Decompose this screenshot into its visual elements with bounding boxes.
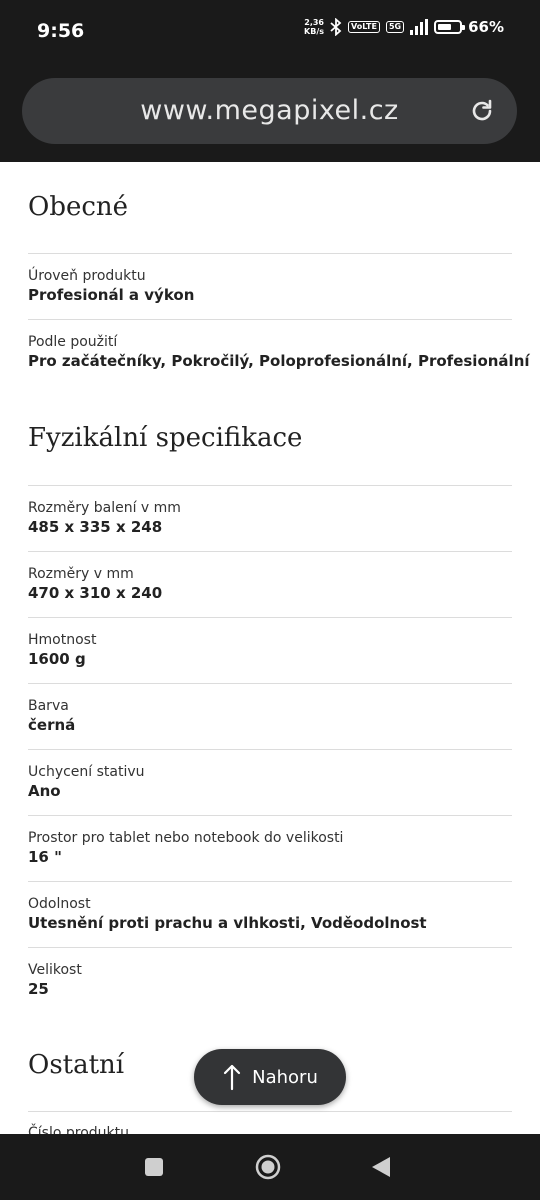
divider xyxy=(28,319,512,320)
divider xyxy=(28,551,512,552)
divider xyxy=(28,253,512,254)
spec-value: Ano xyxy=(28,782,61,800)
spec-label: Odolnost xyxy=(28,896,91,912)
url-text[interactable]: www.megapixel.cz xyxy=(22,95,517,126)
battery-icon xyxy=(434,20,466,34)
spec-value: Utesnění proti prachu a vlhkosti, Voděod… xyxy=(28,914,427,932)
battery-percent: 66% xyxy=(468,18,504,36)
home-button[interactable] xyxy=(255,1154,281,1180)
spec-label: Uchycení stativu xyxy=(28,764,145,780)
spec-label: Úroveň produktu xyxy=(28,268,146,284)
status-bar: 9:56 2,36 KB/s VoLTE 5G 66% xyxy=(0,0,540,64)
spec-value: 16 " xyxy=(28,848,62,866)
status-time: 9:56 xyxy=(37,20,85,42)
network-type-label: 5G xyxy=(385,21,405,33)
spec-label: Rozměry v mm xyxy=(28,566,134,582)
spec-label: Velikost xyxy=(28,962,82,978)
section-title-obecne: Obecné xyxy=(28,192,129,222)
spec-label: Rozměry balení v mm xyxy=(28,500,181,516)
recents-button[interactable] xyxy=(145,1158,163,1176)
back-button[interactable] xyxy=(371,1156,391,1178)
network-speed-value: 2,36 xyxy=(304,18,324,27)
volte-icon: VoLTE xyxy=(348,21,380,33)
navigation-bar xyxy=(0,1134,540,1200)
spec-value: 25 xyxy=(28,980,49,998)
scroll-to-top-button[interactable]: Nahoru xyxy=(194,1049,346,1105)
spec-label: Podle použití xyxy=(28,334,118,350)
spec-value: Profesionál a výkon xyxy=(28,286,195,304)
bluetooth-icon xyxy=(330,18,342,36)
spec-value: 470 x 310 x 240 xyxy=(28,584,163,602)
spec-label: Prostor pro tablet nebo notebook do veli… xyxy=(28,830,344,846)
arrow-up-icon xyxy=(224,1064,241,1091)
spec-value: 485 x 335 x 248 xyxy=(28,518,163,536)
signal-icon xyxy=(410,19,429,35)
spec-value: černá xyxy=(28,716,76,734)
divider xyxy=(28,617,512,618)
section-title-fyzikalni-specifikace: Fyzikální specifikace xyxy=(28,423,303,453)
page-content[interactable]: Obecné Úroveň produktu Profesionál a výk… xyxy=(0,162,540,1134)
spec-label: Hmotnost xyxy=(28,632,97,648)
spec-label: Číslo produktu xyxy=(28,1125,129,1134)
divider xyxy=(28,683,512,684)
divider xyxy=(28,815,512,816)
status-icons: 2,36 KB/s VoLTE 5G 66% xyxy=(304,18,504,36)
spec-value: Pro začátečníky, Pokročilý, Poloprofesio… xyxy=(28,352,530,370)
url-bar[interactable]: www.megapixel.cz xyxy=(22,78,517,144)
reload-icon[interactable] xyxy=(469,98,495,124)
divider xyxy=(28,749,512,750)
network-speed: 2,36 KB/s xyxy=(304,18,324,36)
divider xyxy=(28,1111,512,1112)
spec-value: 1600 g xyxy=(28,650,86,668)
divider xyxy=(28,881,512,882)
battery-fill xyxy=(438,24,452,30)
network-speed-unit: KB/s xyxy=(304,27,324,36)
spec-label: Barva xyxy=(28,698,69,714)
divider xyxy=(28,485,512,486)
section-title-ostatni: Ostatní xyxy=(28,1050,125,1080)
divider xyxy=(28,947,512,948)
scroll-to-top-label: Nahoru xyxy=(252,1066,318,1088)
